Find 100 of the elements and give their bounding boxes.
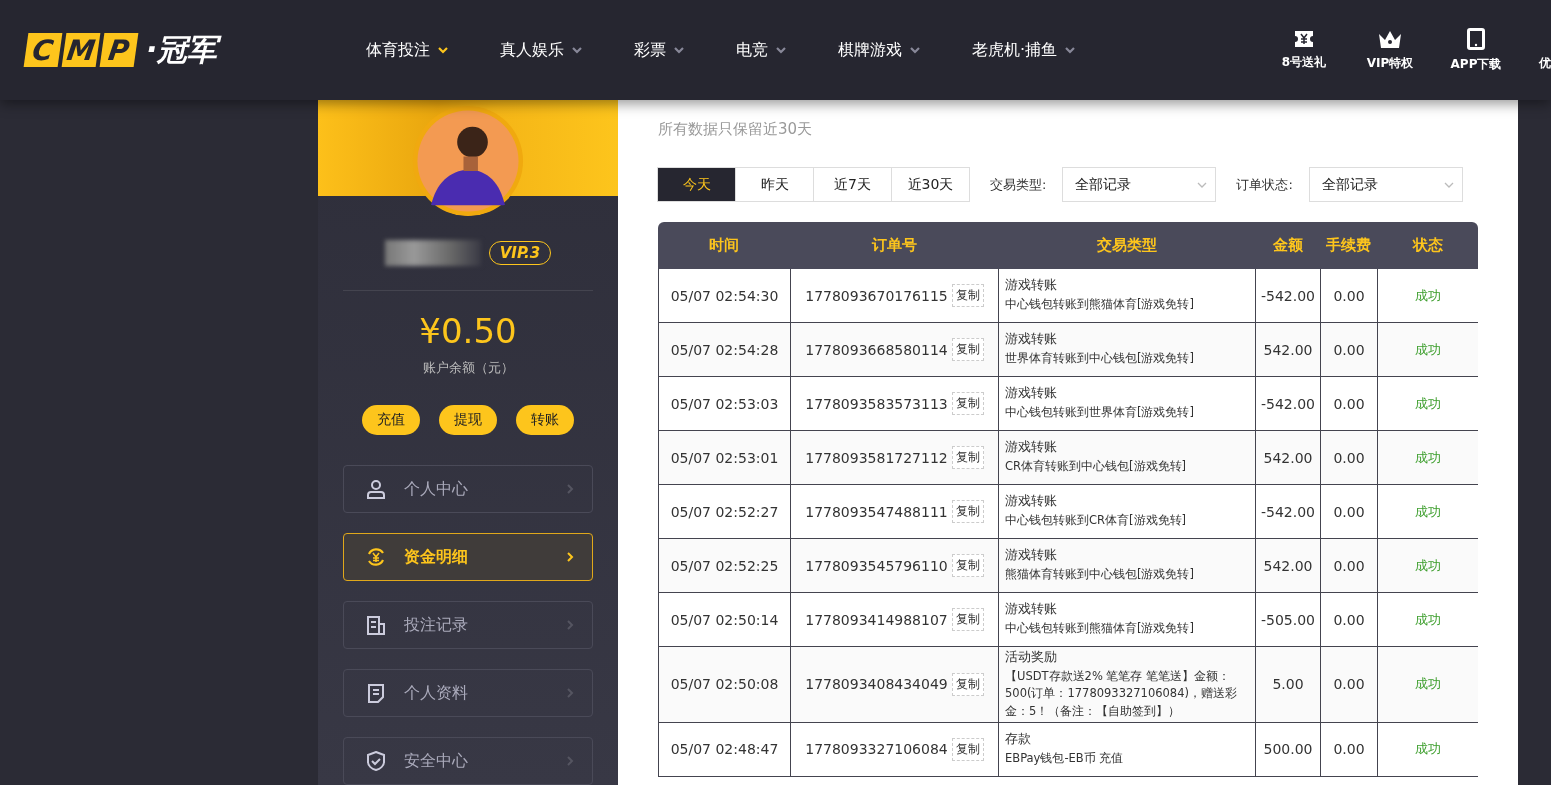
transaction-type: 活动奖励 bbox=[1005, 649, 1058, 666]
transaction-detail: EBPay钱包-EB币 充值 bbox=[1005, 750, 1125, 768]
chevron-right-icon bbox=[567, 688, 574, 698]
action-button[interactable]: 充值 bbox=[362, 405, 420, 435]
copy-button[interactable]: 复制 bbox=[951, 500, 984, 523]
table-cell: 0.00 bbox=[1333, 395, 1365, 412]
document-icon bbox=[366, 615, 386, 635]
chevron-down-icon bbox=[1197, 181, 1208, 188]
copy-button[interactable]: 复制 bbox=[951, 672, 984, 696]
range-tab[interactable]: 近7天 bbox=[813, 167, 892, 202]
column-header: 时间 bbox=[708, 235, 740, 256]
table-cell: 0.00 bbox=[1333, 341, 1365, 358]
column-header: 交易类型 bbox=[1095, 235, 1158, 256]
transaction-detail: 世界体育转账到中心钱包[游戏免转] bbox=[1005, 350, 1195, 368]
yen-coin-icon bbox=[366, 547, 386, 567]
menu-item[interactable]: 安全中心 bbox=[343, 737, 593, 785]
table-cell: 1778093414988107 bbox=[805, 611, 948, 628]
table-cell: 542.00 bbox=[1263, 449, 1313, 466]
range-tab[interactable]: 今天 bbox=[657, 167, 736, 202]
ticket-icon bbox=[1294, 29, 1314, 48]
logo-letter: C bbox=[23, 33, 63, 67]
status-text: 成功 bbox=[1415, 286, 1441, 305]
table-cell: 05/07 02:52:27 bbox=[670, 503, 779, 520]
copy-button[interactable]: 复制 bbox=[951, 284, 984, 307]
filter-label: 交易类型: bbox=[990, 175, 1047, 194]
transaction-detail: CR体育转账到中心钱包[游戏免转] bbox=[1005, 458, 1187, 476]
table-cell: 1778093547488111 bbox=[805, 503, 948, 520]
copy-button[interactable]: 复制 bbox=[951, 737, 984, 761]
nav-item[interactable]: 体育投注 bbox=[366, 39, 448, 61]
header-link[interactable]: VIP特权 bbox=[1347, 28, 1433, 72]
logo-letter: M bbox=[61, 33, 101, 67]
transaction-detail: 熊猫体育转账到中心钱包[游戏免转] bbox=[1005, 566, 1195, 584]
table-cell: 500.00 bbox=[1263, 741, 1313, 758]
filter-select[interactable]: 全部记录 bbox=[1062, 167, 1217, 202]
table-cell: 0.00 bbox=[1333, 676, 1365, 693]
status-text: 成功 bbox=[1415, 394, 1441, 413]
transaction-type: 游戏转账 bbox=[1005, 385, 1058, 403]
table-cell: 1778093581727112 bbox=[805, 449, 948, 466]
nav-item[interactable]: 彩票 bbox=[634, 39, 684, 61]
copy-button[interactable]: 复制 bbox=[951, 338, 984, 361]
status-text: 成功 bbox=[1415, 675, 1441, 694]
table-cell: 05/07 02:53:01 bbox=[670, 449, 779, 466]
chevron-right-icon bbox=[567, 620, 574, 630]
menu-item[interactable]: 投注记录 bbox=[343, 601, 593, 649]
table-cell: 542.00 bbox=[1263, 557, 1313, 574]
transaction-type: 游戏转账 bbox=[1005, 331, 1058, 349]
header-link[interactable]: APP下载 bbox=[1433, 27, 1519, 73]
transaction-detail: 中心钱包转账到熊猫体育[游戏免转] bbox=[1005, 296, 1195, 314]
transaction-type: 游戏转账 bbox=[1005, 277, 1058, 295]
table-cell: 0.00 bbox=[1333, 449, 1365, 466]
menu-item[interactable]: 个人中心 bbox=[343, 465, 593, 513]
table-cell: 0.00 bbox=[1333, 287, 1365, 304]
nav-item[interactable]: 真人娱乐 bbox=[500, 39, 582, 61]
action-button[interactable]: 提现 bbox=[439, 405, 497, 435]
nav-item[interactable]: 棋牌游戏 bbox=[838, 39, 920, 61]
user-icon bbox=[366, 479, 386, 499]
range-tab[interactable]: 昨天 bbox=[735, 167, 814, 202]
header-link[interactable]: 优 bbox=[1539, 28, 1551, 72]
table-cell: -542.00 bbox=[1260, 503, 1315, 520]
table-cell: 05/07 02:54:30 bbox=[670, 287, 779, 304]
menu-item[interactable]: 个人资料 bbox=[343, 669, 593, 717]
filter-select[interactable]: 全部记录 bbox=[1308, 167, 1463, 202]
column-header: 状态 bbox=[1411, 235, 1444, 256]
table-cell: 0.00 bbox=[1333, 503, 1365, 520]
notepad-icon bbox=[366, 683, 386, 703]
chevron-right-icon bbox=[567, 484, 574, 494]
chevron-right-icon bbox=[567, 552, 574, 562]
shield-icon bbox=[366, 751, 386, 771]
table-cell: 05/07 02:52:25 bbox=[670, 557, 779, 574]
table-cell: 1778093668580114 bbox=[805, 341, 948, 358]
table-cell: 1778093327106084 bbox=[805, 741, 948, 758]
transaction-type: 游戏转账 bbox=[1005, 601, 1058, 619]
table-cell: 1778093583573113 bbox=[805, 395, 948, 412]
table-cell: -542.00 bbox=[1260, 287, 1315, 304]
copy-button[interactable]: 复制 bbox=[951, 392, 984, 415]
table-cell: 1778093670176115 bbox=[805, 287, 948, 304]
copy-button[interactable]: 复制 bbox=[951, 446, 984, 469]
nav-item[interactable]: 老虎机·捕鱼 bbox=[972, 39, 1076, 61]
table-cell: 1778093545796110 bbox=[805, 557, 948, 574]
copy-button[interactable]: 复制 bbox=[951, 554, 984, 577]
transaction-detail: 【USDT存款送2% 笔笔存 笔笔送】金额：500(订单：1778093327106084)，赠送彩金：5！（备注：【自助签到】） bbox=[1005, 668, 1238, 720]
transaction-type: 游戏转账 bbox=[1005, 439, 1058, 457]
subtitle: 所有数据只保留近30天 bbox=[658, 120, 814, 139]
status-text: 成功 bbox=[1415, 502, 1441, 521]
nav-item[interactable]: 电竞 bbox=[736, 39, 786, 61]
status-text: 成功 bbox=[1415, 610, 1441, 629]
action-button[interactable]: 转账 bbox=[516, 405, 574, 435]
menu-item[interactable]: 资金明细 bbox=[343, 533, 593, 581]
transaction-type: 游戏转账 bbox=[1005, 493, 1058, 511]
column-header: 订单号 bbox=[870, 235, 918, 256]
table-cell: 05/07 02:48:47 bbox=[670, 741, 779, 758]
table-cell: 05/07 02:50:08 bbox=[670, 676, 779, 693]
column-header: 手续费 bbox=[1325, 235, 1372, 256]
table-cell: -542.00 bbox=[1260, 395, 1315, 412]
table-cell: 0.00 bbox=[1333, 557, 1365, 574]
table-cell: 0.00 bbox=[1333, 611, 1365, 628]
filter-label: 订单状态: bbox=[1236, 175, 1293, 194]
copy-button[interactable]: 复制 bbox=[951, 608, 984, 631]
range-tab[interactable]: 近30天 bbox=[891, 167, 970, 202]
header-link[interactable]: 8号送礼 bbox=[1261, 29, 1347, 71]
